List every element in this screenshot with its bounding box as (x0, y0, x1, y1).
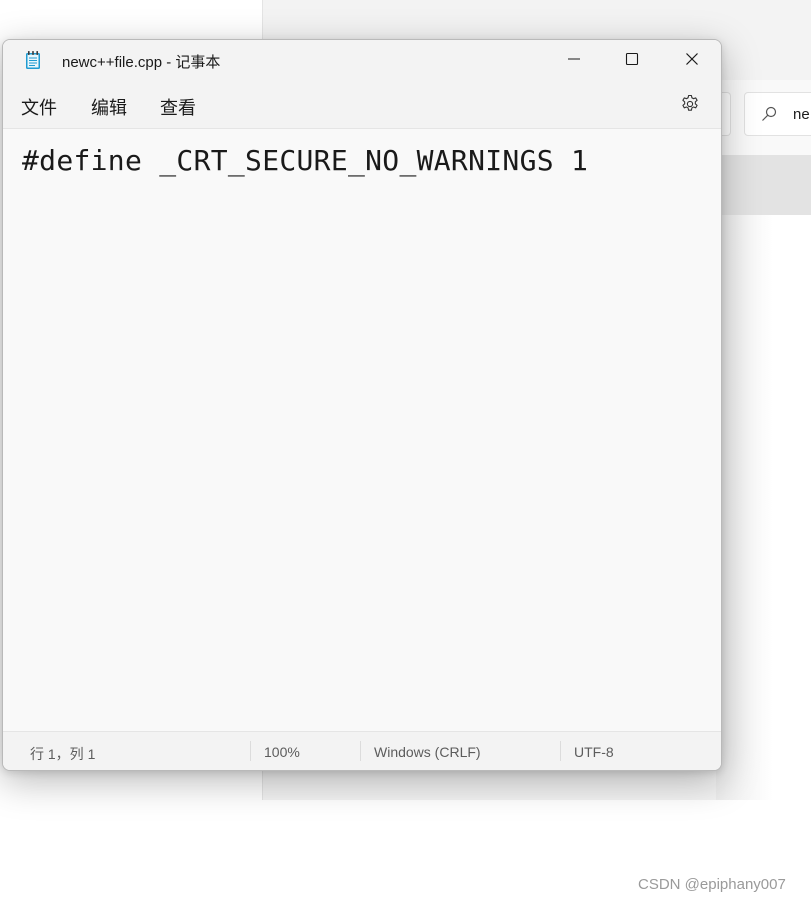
settings-button[interactable] (678, 92, 702, 116)
minimize-button[interactable] (545, 40, 603, 78)
background-header-strip (716, 155, 811, 215)
menu-edit[interactable]: 编辑 (91, 92, 127, 122)
text-editor-area[interactable]: #define _CRT_SECURE_NO_WARNINGS 1 (3, 129, 721, 730)
maximize-button[interactable] (603, 40, 661, 78)
menu-bar: 文件 编辑 查看 (3, 80, 721, 129)
close-button[interactable] (663, 40, 721, 78)
close-icon (686, 53, 698, 65)
editor-content[interactable]: #define _CRT_SECURE_NO_WARNINGS 1 (22, 144, 588, 177)
menu-view[interactable]: 查看 (160, 92, 196, 122)
gear-icon (682, 94, 698, 111)
line-ending[interactable]: Windows (CRLF) (374, 744, 481, 760)
title-bar[interactable]: newc++file.cpp - 记事本 (3, 40, 721, 80)
desktop: ne newc++file.cpp - 记事本 文件 编辑 查看 #define… (0, 0, 811, 905)
status-divider (560, 741, 561, 761)
background-content-area (716, 215, 811, 800)
status-divider (360, 741, 361, 761)
background-search-text: ne (793, 105, 810, 123)
encoding[interactable]: UTF-8 (574, 744, 614, 760)
notepad-window: newc++file.cpp - 记事本 文件 编辑 查看 #define _C… (2, 39, 722, 771)
watermark: CSDN @epiphany007 (638, 876, 786, 893)
status-divider (250, 741, 251, 761)
search-icon (762, 106, 777, 121)
minimize-icon (568, 58, 580, 60)
notepad-icon (26, 51, 40, 69)
window-title: newc++file.cpp - 记事本 (62, 54, 221, 71)
menu-file[interactable]: 文件 (21, 92, 57, 122)
background-search-box[interactable]: ne (744, 92, 811, 136)
zoom-level[interactable]: 100% (264, 744, 300, 760)
status-bar: 行 1，列 1 100% Windows (CRLF) UTF-8 (3, 731, 721, 770)
maximize-icon (625, 52, 639, 66)
cursor-position: 行 1，列 1 (30, 746, 96, 762)
